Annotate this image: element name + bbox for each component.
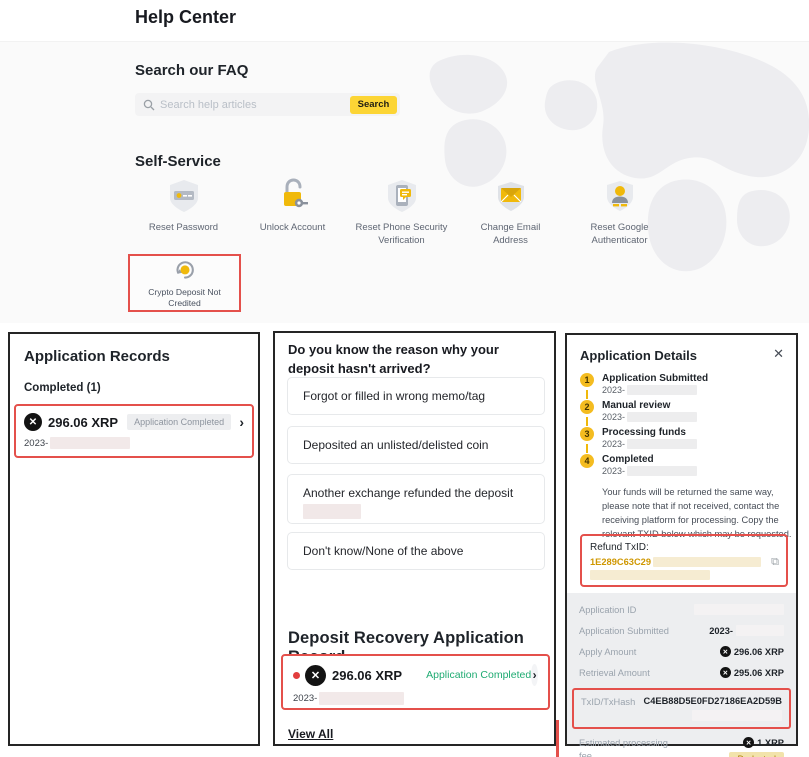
field-row-application-id: Application ID: [579, 604, 784, 617]
record-amount: 296.06 XRP: [48, 415, 118, 430]
password-shield-icon: [164, 176, 204, 216]
phone-message-icon: [382, 176, 422, 216]
redacted-text: [303, 504, 361, 519]
redacted-value: [736, 625, 784, 636]
chevron-right-icon: [531, 664, 538, 686]
unread-dot-icon: [293, 672, 300, 679]
redacted-txid-line2: [590, 570, 710, 580]
field-row-retrieval-amount: Retrieval Amount 295.06 XRP: [579, 667, 784, 680]
field-row-txid-txhash: TxID/TxHash C4EB88D5E0FD27186EA2D59B: [572, 688, 791, 729]
record-date: 2023-: [293, 692, 538, 705]
xrp-coin-icon: [720, 646, 731, 657]
details-fields-section: Application ID Application Submitted 202…: [567, 593, 796, 744]
self-service-item-crypto-deposit-not-credited[interactable]: Crypto Deposit Not Credited: [128, 254, 241, 312]
step-number: 3: [580, 427, 594, 441]
deposit-reason-panel: Do you know the reason why your deposit …: [273, 331, 556, 746]
status-timeline: 1 Application Submitted 2023- 2 Manual r…: [580, 373, 708, 481]
timeline-step-completed: 4 Completed 2023-: [580, 454, 708, 481]
self-service-item-label: Reset Phone Security Verification: [354, 222, 450, 248]
search-icon: [143, 99, 155, 111]
details-panel-title: Application Details: [580, 348, 697, 363]
reason-option-label: Another exchange refunded the deposit: [303, 486, 513, 500]
top-bar: Help Center: [0, 0, 809, 42]
refund-txid-label: Refund TxID:: [590, 542, 778, 553]
email-envelope-icon: [491, 176, 531, 216]
self-service-item-label: Change Email Address: [463, 222, 559, 248]
self-service-item-change-email[interactable]: Change Email Address: [456, 176, 565, 248]
status-text: Application Completed: [426, 669, 531, 681]
self-service-item-label: Reset Google Authenticator: [572, 222, 668, 248]
faq-heading: Search our FAQ: [135, 62, 248, 79]
unlock-padlock-icon: [273, 176, 313, 216]
reason-option-dont-know[interactable]: Don't know/None of the above: [287, 532, 545, 570]
application-details-panel: Application Details 1 Application Submit…: [565, 333, 798, 746]
view-all-link[interactable]: View All: [288, 727, 333, 741]
search-button[interactable]: Search: [350, 96, 397, 114]
redacted-date: [627, 385, 697, 395]
help-center-page: Help Center Search our FAQ Search Self-S…: [0, 0, 809, 757]
redacted-date: [50, 437, 130, 449]
refresh-deposit-icon: [169, 256, 201, 284]
authenticator-person-icon: [600, 176, 640, 216]
refund-txid-value: 1E289C63C29: [590, 557, 778, 567]
timeline-step-processing: 3 Processing funds 2023-: [580, 427, 708, 454]
reason-option-unlisted-coin[interactable]: Deposited an unlisted/delisted coin: [287, 426, 545, 464]
redacted-date: [319, 692, 404, 705]
page-title: Help Center: [135, 7, 236, 28]
redacted-value: [694, 604, 784, 615]
timeline-step-submitted: 1 Application Submitted 2023-: [580, 373, 708, 400]
record-date: 2023-: [24, 437, 244, 449]
chevron-right-icon: [239, 415, 244, 429]
reason-question: Do you know the reason why your deposit …: [288, 341, 540, 379]
redacted-date: [627, 466, 697, 476]
application-records-panel: Application Records Completed (1) 296.06…: [8, 332, 260, 746]
self-service-row: Reset Password Unlock Account: [129, 176, 676, 248]
status-badge: Application Completed: [127, 414, 231, 430]
completed-section-label: Completed (1): [24, 382, 101, 394]
redacted-date: [627, 439, 697, 449]
copy-icon[interactable]: [771, 556, 779, 569]
field-row-apply-amount: Apply Amount 296.06 XRP: [579, 646, 784, 659]
xrp-coin-icon: [720, 667, 731, 678]
xrp-coin-icon: [743, 737, 754, 748]
annotation-red-line: [556, 720, 559, 757]
application-record-card[interactable]: 296.06 XRP Application Completed 2023-: [14, 404, 254, 458]
step-number: 4: [580, 454, 594, 468]
self-service-item-label: Unlock Account: [245, 222, 341, 235]
self-service-item-label: Crypto Deposit Not Credited: [132, 287, 238, 310]
field-row-application-submitted: Application Submitted 2023-: [579, 625, 784, 638]
redacted-date: [627, 412, 697, 422]
deducted-badge: Deducted: [729, 752, 784, 757]
search-bar[interactable]: Search: [135, 93, 400, 116]
record-amount: 296.06 XRP: [332, 668, 402, 683]
step-number: 1: [580, 373, 594, 387]
reason-option-exchange-refund[interactable]: Another exchange refunded the deposit: [287, 474, 545, 524]
records-panel-title: Application Records: [24, 348, 170, 365]
self-service-heading: Self-Service: [135, 153, 221, 170]
field-row-processing-fee: Estimated processing fee 1 XRP Deducted: [579, 737, 784, 757]
xrp-coin-icon: [305, 665, 326, 686]
self-service-item-reset-password[interactable]: Reset Password: [129, 176, 238, 248]
step-number: 2: [580, 400, 594, 414]
xrp-coin-icon: [24, 413, 42, 431]
self-service-item-unlock-account[interactable]: Unlock Account: [238, 176, 347, 248]
self-service-item-label: Reset Password: [136, 222, 232, 235]
redacted-txhash-line2: [692, 710, 782, 721]
redacted-txid: [653, 557, 761, 567]
timeline-step-manual-review: 2 Manual review 2023-: [580, 400, 708, 427]
self-service-item-reset-phone[interactable]: Reset Phone Security Verification: [347, 176, 456, 248]
self-service-item-reset-authenticator[interactable]: Reset Google Authenticator: [565, 176, 674, 248]
recovery-record-card[interactable]: 296.06 XRP Application Completed 2023-: [281, 654, 550, 710]
refund-txid-box: Refund TxID: 1E289C63C29: [580, 534, 788, 587]
reason-option-wrong-memo[interactable]: Forgot or filled in wrong memo/tag: [287, 377, 545, 415]
close-icon[interactable]: [773, 346, 784, 362]
search-input[interactable]: [160, 99, 350, 111]
